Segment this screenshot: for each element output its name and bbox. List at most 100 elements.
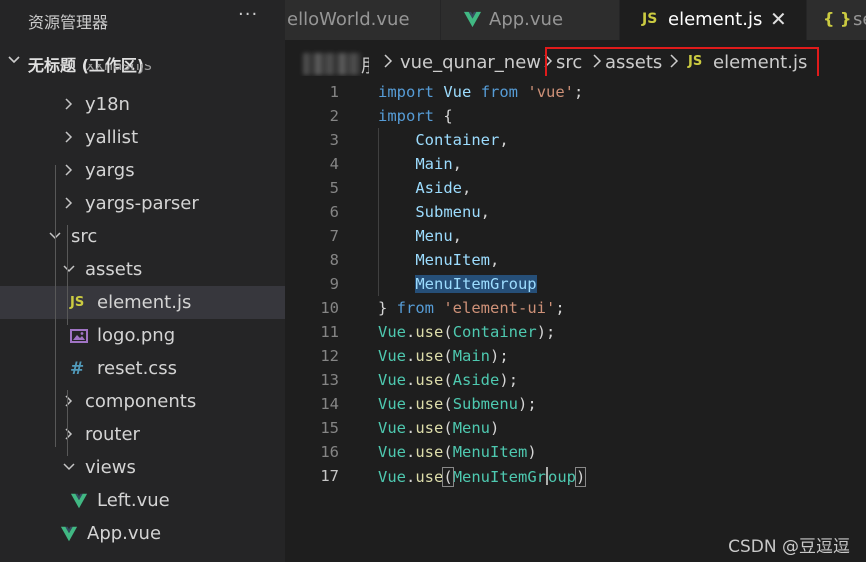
tree-item-y18n[interactable]: y18n — [0, 88, 285, 121]
code-line[interactable]: 13 Vue.use(Aside); — [285, 368, 866, 392]
tree-item-views[interactable]: views — [0, 451, 285, 484]
code-line[interactable]: 11 Vue.use(Container); — [285, 320, 866, 344]
chevron-right-icon — [65, 131, 73, 143]
tab-label: elloWorld.vue — [287, 9, 410, 30]
vue-icon — [463, 10, 482, 33]
code-editor[interactable]: 1 import Vue from 'vue'; 2 import {3 Contai… — [285, 76, 866, 562]
code-line[interactable]: 10} from 'element-ui'; — [285, 296, 866, 320]
code-token: , — [489, 251, 500, 269]
code-token: ( — [443, 371, 453, 389]
code-line[interactable]: 2 import { — [285, 104, 866, 128]
code-token: use — [415, 419, 444, 437]
code-token: Vue — [378, 347, 406, 365]
code-token: Vue — [378, 395, 406, 413]
more-actions-icon[interactable]: ··· — [238, 4, 258, 25]
code-line[interactable]: 16 Vue.use(MenuItem) — [285, 440, 866, 464]
tree-item-label: yargs-parser — [85, 193, 199, 214]
code-line[interactable]: 7 Menu, — [285, 224, 866, 248]
code-line[interactable]: 5 Aside, — [285, 176, 866, 200]
tree-item-src[interactable]: src — [0, 220, 285, 253]
code-token: . — [406, 395, 416, 413]
css-file-icon: # — [70, 359, 85, 379]
tab-label: se — [853, 9, 866, 30]
code-token: , — [480, 203, 490, 221]
js-file-icon: JS — [70, 295, 85, 310]
line-number: 4 — [329, 155, 339, 173]
tree-item-label: components — [85, 391, 197, 412]
code-token: ; — [574, 83, 584, 101]
code-token: ( — [443, 395, 453, 413]
tree-item-label: Left.vue — [97, 490, 170, 511]
tab-app-vue[interactable]: App.vue — [441, 0, 620, 40]
explorer-title: 资源管理器 — [28, 13, 109, 32]
tree-item-yargs[interactable]: yargs — [0, 154, 285, 187]
tree-item-element-js[interactable]: JS element.js — [0, 286, 285, 319]
tree-item-partial[interactable]: xxhashjs — [86, 64, 152, 80]
code-token: from — [396, 299, 434, 317]
tree-item-left-vue[interactable]: Left.vue — [0, 484, 285, 517]
tree-item-label: src — [71, 226, 98, 247]
matching-bracket: ) — [574, 467, 587, 487]
code-token: . — [406, 443, 416, 461]
tab-label: element.js — [668, 9, 763, 30]
vue-file-icon — [70, 492, 88, 510]
tree-item-reset-css[interactable]: # reset.css — [0, 352, 285, 385]
tab-elloworld-vue[interactable]: elloWorld.vue — [285, 0, 441, 40]
tree-item-label: reset.css — [97, 358, 177, 379]
code-line[interactable]: 3 Container, — [285, 128, 866, 152]
tree-item-label: App.vue — [87, 523, 162, 544]
code-line[interactable]: 4 Main, — [285, 152, 866, 176]
code-token: . — [406, 468, 416, 486]
code-token: use — [415, 347, 444, 365]
code-line[interactable]: 6 Submenu, — [285, 200, 866, 224]
code-token: MenuItem — [415, 251, 490, 269]
line-number: 8 — [329, 251, 339, 269]
code-token: ) — [490, 419, 500, 437]
code-token: ; — [555, 299, 565, 317]
code-line[interactable]: 14 Vue.use(Submenu); — [285, 392, 866, 416]
code-token: . — [406, 323, 416, 341]
close-icon[interactable]: ✕ — [770, 7, 787, 31]
watermark: CSDN @豆逗逗 — [728, 537, 850, 557]
tree-item-yargs-parser[interactable]: yargs-parser — [0, 187, 285, 220]
tab-element-js[interactable]: JS element.js ✕ — [620, 0, 807, 40]
chevron-right-icon — [65, 164, 73, 176]
tree-item-components[interactable]: components — [0, 385, 285, 418]
tab-se[interactable]: { }se — [807, 0, 866, 40]
code-token: MenuItem — [452, 443, 528, 461]
tree-item-yallist[interactable]: yallist — [0, 121, 285, 154]
code-line[interactable]: 8 MenuItem, — [285, 248, 866, 272]
breadcrumb-item[interactable]: vue_qunar_new — [400, 52, 541, 73]
breadcrumb-hidden-prefix[interactable]: 刖 — [361, 52, 369, 78]
tree-item-app-vue[interactable]: App.vue — [0, 517, 285, 550]
tree-item-label: element.js — [97, 292, 192, 313]
tab-label: App.vue — [489, 9, 564, 30]
code-line[interactable]: 17 Vue.use(MenuItemGr oup) — [285, 464, 866, 488]
code-token: Vue — [443, 83, 472, 101]
code-token: Vue — [378, 443, 406, 461]
code-line[interactable]: 12 Vue.use(Main); — [285, 344, 866, 368]
tree-item-label: views — [85, 457, 136, 478]
tree-item-logo-png[interactable]: logo.png — [0, 319, 285, 352]
code-token: from — [480, 83, 519, 101]
tree-item-label: y18n — [85, 94, 130, 115]
code-text: Vue.use(Aside); — [378, 371, 518, 389]
code-line[interactable]: 15 Vue.use(Menu) — [285, 416, 866, 440]
tree-item-router[interactable]: router — [0, 418, 285, 451]
line-number: 16 — [320, 443, 339, 461]
code-line[interactable]: 9 MenuItemGroup — [285, 272, 866, 296]
code-text: } from 'element-ui'; — [378, 299, 565, 317]
tree-item-assets[interactable]: assets — [0, 253, 285, 286]
code-token: use — [415, 443, 444, 461]
line-number: 14 — [320, 395, 339, 413]
image-file-icon — [70, 327, 88, 345]
tree-item-label: logo.png — [97, 325, 176, 346]
selected-token: MenuItemGroup — [415, 275, 537, 293]
line-number: 13 — [320, 371, 339, 389]
line-number: 5 — [329, 179, 339, 197]
code-line[interactable]: 1 import Vue from 'vue'; — [285, 80, 866, 104]
code-text: Aside, — [378, 179, 471, 197]
